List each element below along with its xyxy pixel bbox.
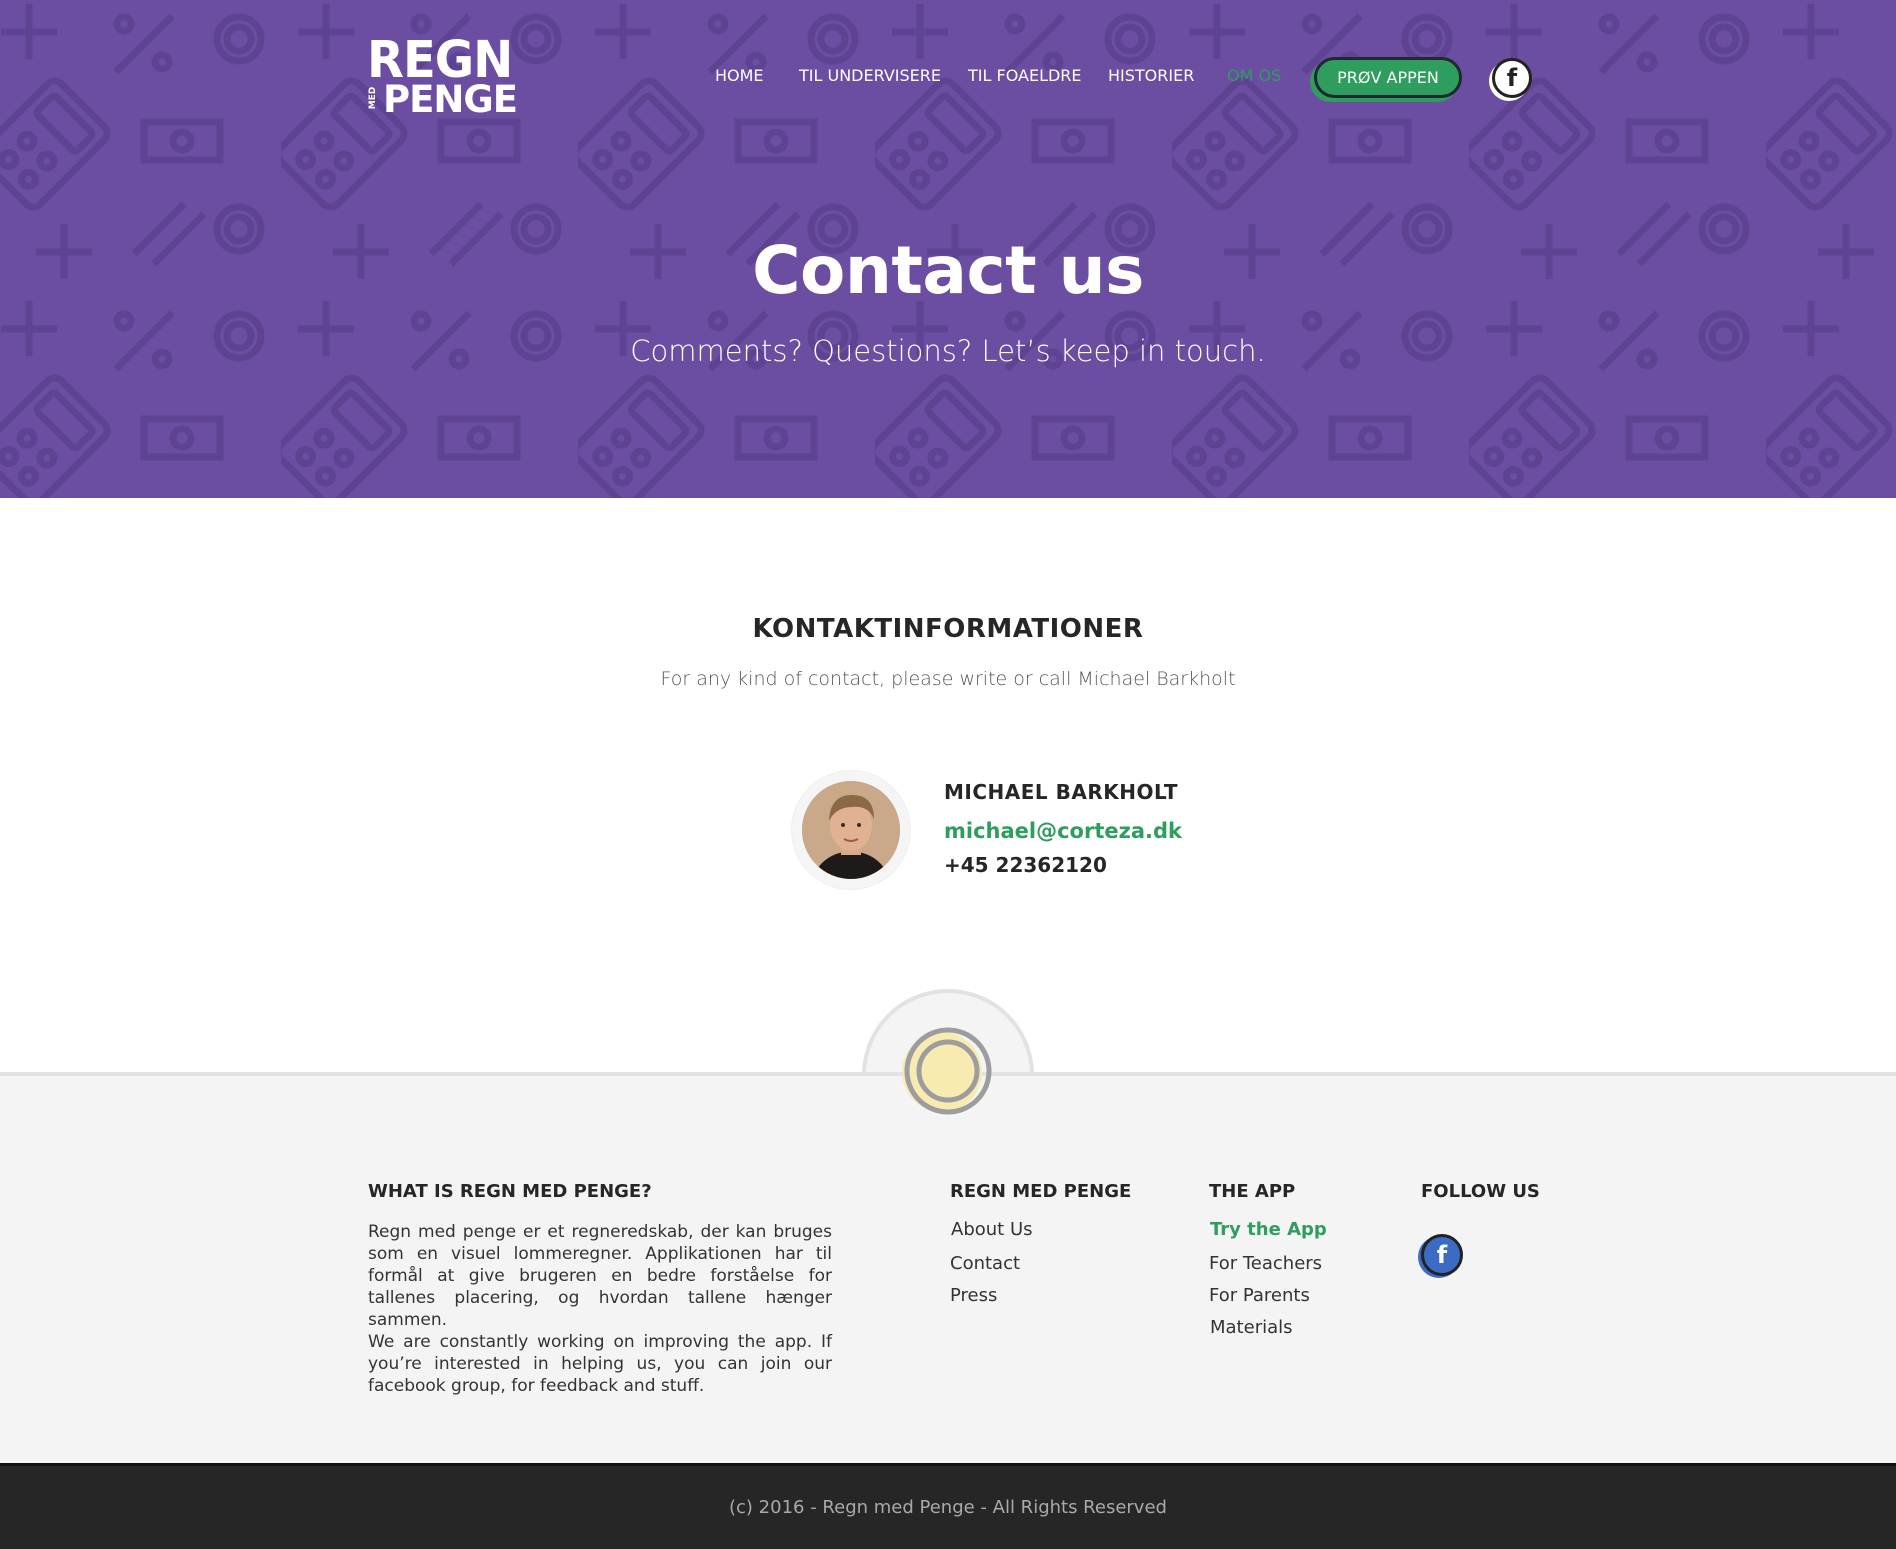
contact-section-subtitle: For any kind of contact, please write or… [660, 668, 1236, 690]
coin-icon [902, 1027, 992, 1115]
footer-link-contact[interactable]: Contact [950, 1253, 1020, 1274]
contact-person-name: MICHAEL BARKHOLT [944, 780, 1179, 804]
nav-historier[interactable]: HISTORIER [1108, 66, 1194, 85]
nav-til-foaeldre[interactable]: TIL FOAELDRE [968, 66, 1082, 85]
avatar [792, 771, 910, 889]
footer-link-try-the-app[interactable]: Try the App [1210, 1219, 1327, 1240]
footer-facebook-icon[interactable]: f [1421, 1234, 1463, 1276]
contact-section-title: KONTAKTINFORMATIONER [752, 614, 1144, 644]
person-photo [802, 781, 900, 879]
footer-link-about-us[interactable]: About Us [951, 1219, 1033, 1240]
logo-word-med: MED [368, 86, 378, 110]
footer-link-for-parents[interactable]: For Parents [1209, 1285, 1310, 1306]
page-title: Contact us [752, 232, 1144, 309]
nav-home[interactable]: HOME [715, 66, 764, 85]
footer-regn-heading: REGN MED PENGE [950, 1181, 1132, 1202]
footer-about-text: Regn med penge er et regneredskab, der k… [368, 1222, 832, 1396]
facebook-icon[interactable]: f [1492, 58, 1532, 98]
contact-phone: +45 22362120 [944, 853, 1107, 877]
footer-link-for-teachers[interactable]: For Teachers [1209, 1253, 1322, 1274]
contact-email-link[interactable]: michael@corteza.dk [944, 819, 1182, 843]
hero-section: REGN MED PENGE HOME TIL UNDERVISERE TIL … [0, 0, 1896, 498]
regn-med-penge-logo[interactable]: REGN MED PENGE [367, 35, 518, 120]
footer-follow-heading: FOLLOW US [1421, 1181, 1540, 1202]
top-navigation: REGN MED PENGE HOME TIL UNDERVISERE TIL … [0, 0, 1896, 155]
try-app-button[interactable]: PRØV APPEN [1314, 57, 1462, 98]
logo-word-penge: PENGE [383, 78, 518, 121]
footer-link-materials[interactable]: Materials [1210, 1317, 1293, 1338]
copyright-text: (c) 2016 - Regn med Penge - All Rights R… [729, 1497, 1167, 1518]
page-subtitle: Comments? Questions? Let’s keep in touch… [630, 334, 1266, 368]
nav-til-undervisere[interactable]: TIL UNDERVISERE [799, 66, 941, 85]
nav-om-os[interactable]: OM OS [1227, 66, 1281, 85]
footer-app-heading: THE APP [1209, 1181, 1296, 1202]
footer-link-press[interactable]: Press [950, 1285, 997, 1306]
footer-about-heading: WHAT IS REGN MED PENGE? [368, 1181, 652, 1202]
